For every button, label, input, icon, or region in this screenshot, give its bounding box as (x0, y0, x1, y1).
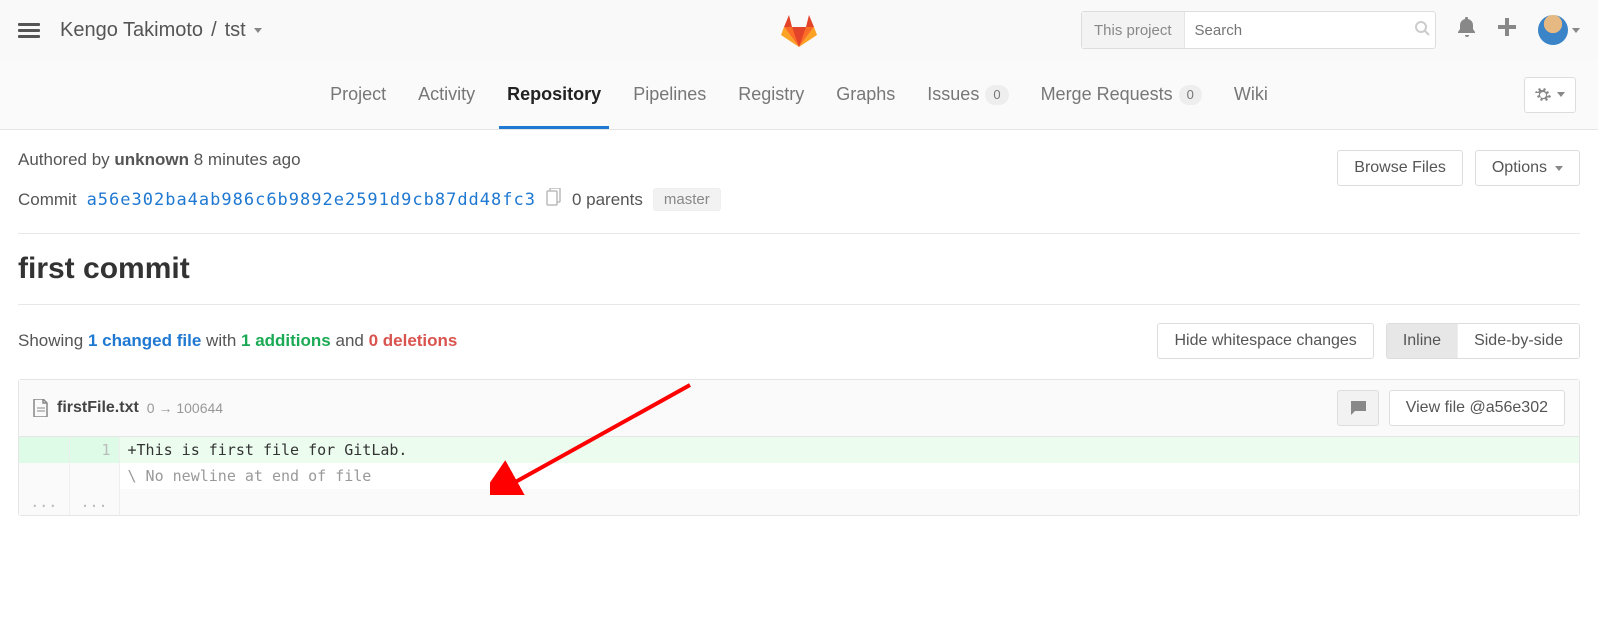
user-menu[interactable] (1538, 15, 1580, 45)
mr-count-badge: 0 (1179, 85, 1202, 105)
tab-pipelines[interactable]: Pipelines (633, 60, 706, 129)
options-label: Options (1492, 159, 1547, 177)
breadcrumb-sep: / (211, 19, 217, 42)
view-file-button[interactable]: View file @a56e302 (1389, 390, 1565, 426)
side-by-side-button[interactable]: Side-by-side (1457, 324, 1579, 358)
tab-wiki[interactable]: Wiki (1234, 60, 1268, 129)
commit-word: Commit (18, 190, 77, 210)
hide-whitespace-button[interactable]: Hide whitespace changes (1157, 323, 1373, 359)
diffstat-summary: Showing 1 changed file with 1 additions … (18, 331, 457, 351)
avatar (1538, 15, 1568, 45)
copy-icon[interactable] (546, 188, 562, 211)
gitlab-logo[interactable] (781, 13, 817, 47)
diff-line-content: +This is first file for GitLab. (119, 437, 1579, 463)
file-icon (33, 399, 49, 417)
breadcrumb-owner[interactable]: Kengo Takimoto (60, 19, 203, 42)
diff-line-nonewline: \ No newline at end of file (19, 463, 1579, 489)
tab-label: Merge Requests (1041, 84, 1173, 105)
breadcrumb: Kengo Takimoto / tst (60, 19, 262, 42)
commit-time: 8 minutes ago (194, 150, 301, 169)
new-line-number: 1 (69, 437, 119, 463)
tab-issues[interactable]: Issues 0 (927, 60, 1008, 129)
tab-graphs[interactable]: Graphs (836, 60, 895, 129)
gear-icon (1535, 87, 1551, 103)
issues-count-badge: 0 (985, 85, 1008, 105)
search-icon[interactable] (1404, 20, 1440, 41)
additions-count: 1 additions (241, 331, 331, 350)
chevron-down-icon (1572, 28, 1580, 33)
search-input[interactable] (1185, 22, 1404, 39)
divider (18, 304, 1580, 305)
branch-label[interactable]: master (653, 188, 721, 211)
tab-repository[interactable]: Repository (507, 60, 601, 129)
changed-files-link[interactable]: 1 changed file (88, 331, 201, 350)
deletions-count: 0 deletions (369, 331, 458, 350)
plus-icon[interactable] (1498, 18, 1516, 42)
comment-icon (1349, 400, 1367, 416)
tab-activity[interactable]: Activity (418, 60, 475, 129)
file-name-label[interactable]: firstFile.txt (57, 399, 139, 417)
tab-merge-requests[interactable]: Merge Requests 0 (1041, 60, 1202, 129)
inline-view-button[interactable]: Inline (1387, 324, 1457, 358)
chevron-down-icon (1555, 166, 1563, 171)
commit-title: first commit (18, 252, 1580, 286)
diff-table: 1 +This is first file for GitLab. \ No n… (19, 437, 1579, 515)
authored-prefix: Authored by (18, 150, 114, 169)
diff-line-add[interactable]: 1 +This is first file for GitLab. (19, 437, 1579, 463)
search-scope-label: This project (1082, 12, 1185, 48)
commit-author-line: Authored by unknown 8 minutes ago (18, 150, 721, 170)
options-button[interactable]: Options (1475, 150, 1580, 186)
chevron-down-icon[interactable] (254, 28, 262, 33)
toggle-comments-button[interactable] (1337, 390, 1379, 426)
settings-menu[interactable] (1524, 77, 1576, 113)
commit-sha[interactable]: a56e302ba4ab986c6b9892e2591d9cb87dd48fc3 (87, 190, 536, 210)
commit-parents: 0 parents (572, 190, 643, 210)
diff-file: firstFile.txt 0 → 100644 View file @a56e… (18, 379, 1580, 516)
diff-context-expander[interactable]: ... ... (19, 489, 1579, 515)
menu-icon[interactable] (18, 20, 40, 41)
divider (18, 233, 1580, 234)
tab-label: Issues (927, 84, 979, 105)
diff-view-toggle: Inline Side-by-side (1386, 323, 1580, 359)
commit-author: unknown (114, 150, 189, 169)
no-newline-warning: \ No newline at end of file (119, 463, 1579, 489)
tab-registry[interactable]: Registry (738, 60, 804, 129)
old-line-number (19, 437, 69, 463)
tab-project[interactable]: Project (330, 60, 386, 129)
file-mode: 0 → 100644 (147, 400, 223, 416)
breadcrumb-project[interactable]: tst (225, 19, 246, 42)
browse-files-button[interactable]: Browse Files (1337, 150, 1463, 186)
notifications-icon[interactable] (1458, 17, 1476, 43)
chevron-down-icon (1557, 92, 1565, 97)
search-box[interactable]: This project (1081, 11, 1436, 49)
